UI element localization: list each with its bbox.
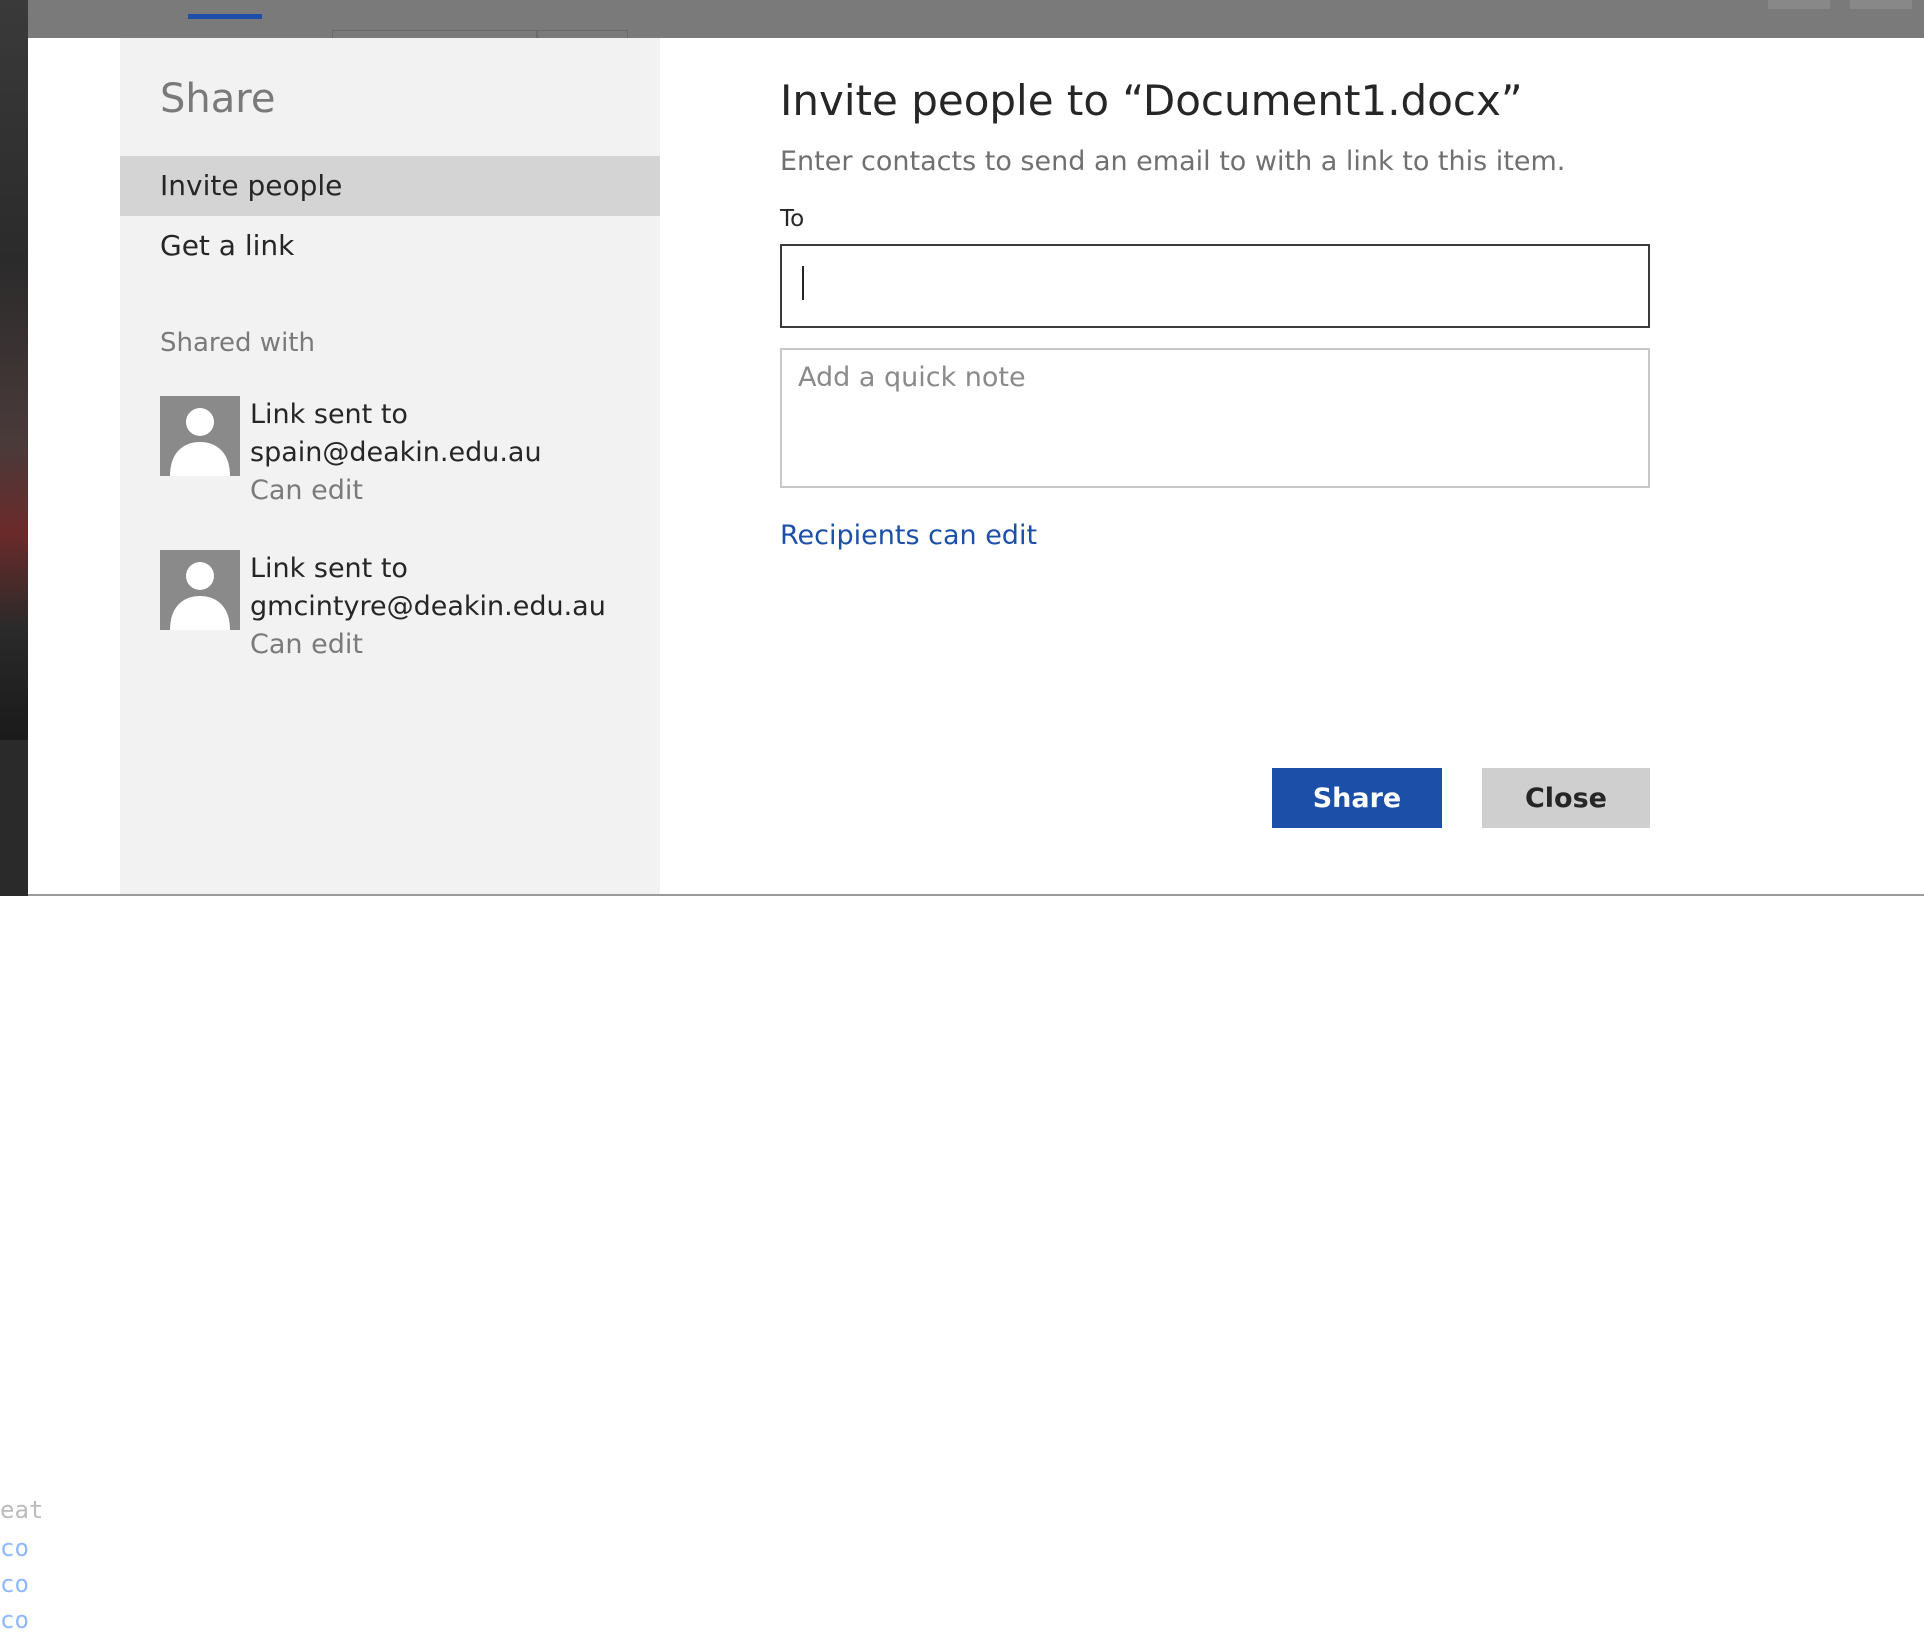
background-button [1768, 0, 1830, 9]
background-code-line: co [0, 1570, 29, 1598]
dialog-title: Invite people to “Document1.docx” [780, 76, 1523, 125]
shared-item-line1: Link sent to [250, 399, 408, 430]
to-label: To [780, 206, 805, 232]
background-window-edge [0, 0, 28, 740]
background-ribbon [28, 0, 1924, 39]
background-code-area: eat co co co [0, 740, 43, 1634]
background-code-line: co [0, 1534, 29, 1562]
shared-item-text: Link sent to spain@deakin.edu.au Can edi… [250, 396, 542, 510]
background-code-line: eat [0, 1496, 44, 1524]
dialog-description: Enter contacts to send an email to with … [780, 146, 1566, 177]
background-code-line: co [0, 1606, 29, 1634]
shared-with-heading: Shared with [160, 328, 315, 358]
background-button [1850, 0, 1912, 9]
shared-item-text: Link sent to gmcintyre@deakin.edu.au Can… [250, 550, 606, 664]
nav-item-get-a-link[interactable]: Get a link [120, 216, 660, 276]
shared-item-line1: Link sent to [250, 553, 408, 584]
text-caret [802, 266, 804, 300]
person-avatar-icon [160, 550, 240, 630]
shared-item-permission[interactable]: Can edit [250, 472, 542, 510]
nav-item-invite-people[interactable]: Invite people [120, 156, 660, 216]
shared-item-email: gmcintyre@deakin.edu.au [250, 591, 606, 622]
quick-note-input[interactable] [780, 348, 1650, 488]
to-input[interactable] [780, 244, 1650, 328]
shared-item-email: spain@deakin.edu.au [250, 437, 542, 468]
share-button[interactable]: Share [1272, 768, 1442, 828]
recipients-permission-link[interactable]: Recipients can edit [780, 520, 1037, 551]
shared-item-permission[interactable]: Can edit [250, 626, 606, 664]
share-nav-pane: Share Invite people Get a link Shared wi… [120, 38, 660, 896]
background-active-tab-indicator [188, 14, 262, 19]
nav-title: Share [160, 76, 276, 122]
person-avatar-icon [160, 396, 240, 476]
close-button[interactable]: Close [1482, 768, 1650, 828]
